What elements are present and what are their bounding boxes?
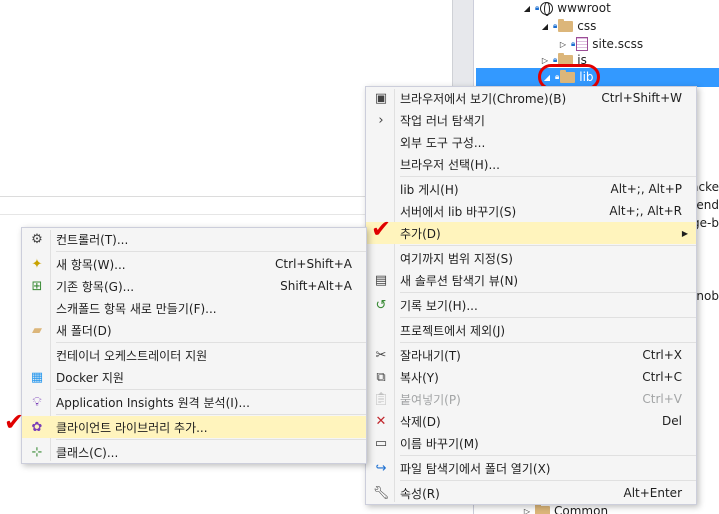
existing-item-icon: ⊞ — [31, 278, 43, 294]
folder-icon — [558, 18, 574, 32]
tree-label: css — [577, 19, 597, 33]
separator — [400, 317, 696, 318]
new-view-icon: ▤ — [374, 272, 388, 288]
tree-label: site.scss — [592, 37, 644, 51]
menu-item-new-explorer-view[interactable]: ▤ 새 솔루션 탐색기 뷰(N) — [366, 269, 696, 291]
menu-item-scope-to-this[interactable]: 여기까지 범위 지정(S) — [366, 247, 696, 269]
menu-item-replace-lib[interactable]: 서버에서 lib 바꾸기(S) Alt+;, Alt+R — [366, 200, 696, 222]
menu-item-external-tools[interactable]: 외부 도구 구성... — [366, 131, 696, 153]
menu-item-add[interactable]: 추가(D) ▶ — [366, 222, 696, 244]
chevron-right-icon: › — [378, 112, 384, 128]
collapse-arrow-icon[interactable]: ▷ — [522, 507, 532, 514]
menu-item-task-runner[interactable]: › 작업 러너 탐색기 — [366, 109, 696, 131]
lock-icon: 🔒︎ — [553, 21, 558, 30]
menu-item-paste[interactable]: 📋︎ 붙여넣기(P) Ctrl+V — [366, 388, 696, 410]
add-submenu: ⚙ 컨트롤러(T)... ✦ 새 항목(W)... Ctrl+Shift+A ⊞ 기존 … — [21, 227, 367, 464]
separator — [400, 455, 696, 456]
separator — [56, 251, 366, 252]
new-item-icon: ✦ — [31, 256, 43, 272]
menu-item-client-library[interactable]: ✿ 클라이언트 라이브러리 추가... — [22, 416, 366, 438]
collapse-arrow-icon[interactable]: ▷ — [558, 40, 568, 49]
menu-item-view-in-browser[interactable]: ▣ 브라우저에서 보기(Chrome)(B) Ctrl+Shift+W — [366, 87, 696, 109]
menu-item-existing-item[interactable]: ⊞ 기존 항목(G)... Shift+Alt+A — [22, 275, 366, 297]
submenu-arrow-icon: ▶ — [681, 228, 688, 238]
separator — [400, 480, 696, 481]
menu-item-open-in-explorer[interactable]: ↪ 파일 탐색기에서 폴더 열기(X) — [366, 457, 696, 479]
menu-item-controller[interactable]: ⚙ 컨트롤러(T)... — [22, 228, 366, 250]
menu-item-exclude-from-project[interactable]: 프로젝트에서 제외(J) — [366, 319, 696, 341]
paste-icon: 📋︎ — [372, 391, 390, 407]
client-library-icon: ✿ — [31, 419, 43, 435]
history-icon: ↺ — [375, 297, 387, 313]
truncated-text: nob — [696, 289, 719, 303]
insights-icon: 💡︎ — [32, 394, 42, 410]
menu-item-rename[interactable]: ▭ 이름 바꾸기(M) — [366, 432, 696, 454]
lock-icon: 🔒︎ — [571, 39, 576, 48]
lock-icon: 🔒︎ — [535, 3, 540, 12]
scss-file-icon — [576, 37, 589, 51]
cut-icon: ✂ — [375, 347, 387, 363]
controller-icon: ⚙ — [31, 231, 43, 247]
open-folder-icon: ↪ — [375, 460, 387, 476]
menu-item-container-orchestrator[interactable]: 컨테이너 오케스트레이터 지원 — [22, 344, 366, 366]
class-icon: ⊹ — [31, 444, 43, 460]
folder-icon — [535, 503, 550, 514]
rename-icon: ▭ — [374, 435, 388, 451]
separator — [400, 176, 696, 177]
check-annotation-icon: ✔ — [371, 215, 392, 243]
context-menu: ▣ 브라우저에서 보기(Chrome)(B) Ctrl+Shift+W › 작업 러너… — [365, 86, 697, 505]
expand-arrow-icon[interactable]: ◢ — [540, 22, 550, 31]
delete-icon: ✕ — [375, 413, 387, 429]
copy-icon: ⧉ — [376, 369, 386, 385]
globe-icon — [540, 1, 554, 16]
menu-item-new-item[interactable]: ✦ 새 항목(W)... Ctrl+Shift+A — [22, 253, 366, 275]
menu-item-browse-with[interactable]: 브라우저 선택(H)... — [366, 153, 696, 175]
menu-item-class[interactable]: ⊹ 클래스(C)... — [22, 441, 366, 463]
check-annotation-icon: ✔ — [4, 408, 25, 436]
menu-item-app-insights[interactable]: 💡︎ Application Insights 원격 분석(I)... — [22, 391, 366, 413]
menu-item-cut[interactable]: ✂ 잘라내기(T) Ctrl+X — [366, 344, 696, 366]
separator — [56, 414, 366, 415]
tree-label: wwwroot — [557, 1, 611, 15]
wrench-icon: 🔧︎ — [372, 485, 390, 501]
truncated-text: end — [696, 198, 719, 212]
new-folder-icon: ▰ — [32, 322, 42, 338]
separator — [400, 245, 696, 246]
menu-item-new-folder[interactable]: ▰ 새 폴더(D) — [22, 319, 366, 341]
menu-item-delete[interactable]: ✕ 삭제(D) Del — [366, 410, 696, 432]
menu-item-docker-support[interactable]: ▦ Docker 지원 — [22, 366, 366, 388]
separator — [56, 439, 366, 440]
separator — [56, 342, 366, 343]
docker-icon: ▦ — [30, 369, 44, 385]
separator — [56, 389, 366, 390]
menu-item-properties[interactable]: 🔧︎ 속성(R) Alt+Enter — [366, 482, 696, 504]
tree-item-wwwroot[interactable]: ◢ 🔒︎ wwwroot — [522, 0, 611, 17]
tree-item-css[interactable]: ◢ 🔒︎ css — [540, 17, 596, 35]
separator — [400, 342, 696, 343]
menu-item-view-history[interactable]: ↺ 기록 보기(H)... — [366, 294, 696, 316]
menu-item-copy[interactable]: ⧉ 복사(Y) Ctrl+C — [366, 366, 696, 388]
menu-item-publish-lib[interactable]: lib 게시(H) Alt+;, Alt+P — [366, 178, 696, 200]
expand-arrow-icon[interactable]: ◢ — [522, 4, 532, 13]
menu-item-scaffold[interactable]: 스캐폴드 항목 새로 만들기(F)... — [22, 297, 366, 319]
browser-icon: ▣ — [374, 90, 388, 106]
separator — [400, 292, 696, 293]
panel-splitter[interactable] — [452, 0, 473, 100]
tree-label: Common — [554, 504, 609, 514]
